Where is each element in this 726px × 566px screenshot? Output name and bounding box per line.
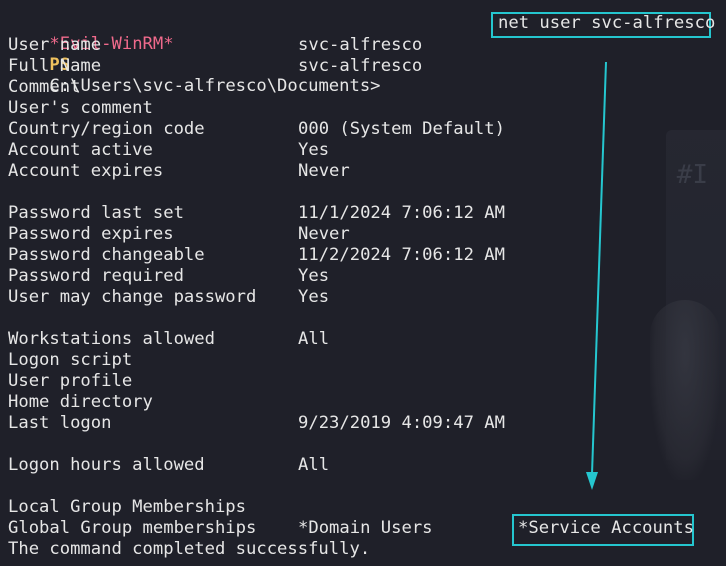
row-value: Yes (298, 140, 330, 160)
row-label: Logon script (8, 350, 133, 370)
output-row: Last logon 9/23/2019 4:09:47 AM (8, 413, 708, 434)
output-row: Home directory (8, 392, 708, 413)
row-label: User may change password (8, 287, 257, 307)
row-label: Home directory (8, 392, 153, 412)
row-label: Comment (8, 77, 81, 97)
row-value: All (298, 329, 330, 349)
output-row (8, 182, 708, 203)
command-text[interactable]: net user svc-alfresco (498, 13, 715, 34)
row-label: Global Group memberships (8, 518, 257, 538)
output-row (8, 308, 708, 329)
row-value: Yes (298, 266, 330, 286)
row-label: Logon hours allowed (8, 455, 205, 475)
output-row: Password changeable 11/2/2024 7:06:12 AM (8, 245, 708, 266)
row-value: 9/23/2019 4:09:47 AM (298, 413, 505, 433)
row-label: User profile (8, 371, 133, 391)
row-value: svc-alfresco (298, 56, 423, 76)
row-label: Local Group Memberships (8, 497, 246, 517)
row-value: Yes (298, 287, 330, 307)
prompt-line: *Evil-WinRM* PS C:\Users\svc-alfresco\Do… (8, 13, 380, 96)
row-value: 11/2/2024 7:06:12 AM (298, 245, 505, 265)
row-label: Password changeable (8, 245, 205, 265)
row-value: svc-alfresco (298, 35, 423, 55)
output-row (8, 434, 708, 455)
row-label: Country/region code (8, 119, 205, 139)
output-row: Logon script (8, 350, 708, 371)
row-value: *Domain Users (298, 518, 433, 538)
output-row: Logon hours allowed All (8, 455, 708, 476)
row-label: Account expires (8, 161, 164, 181)
output-row: Full Name svc-alfresco (8, 56, 708, 77)
output-row (8, 476, 708, 497)
row-label: Password last set (8, 203, 184, 223)
row-label: User's comment (8, 98, 153, 118)
output-row: Password last set 11/1/2024 7:06:12 AM (8, 203, 708, 224)
output-row: Country/region code 000 (System Default) (8, 119, 708, 140)
output-row: Account active Yes (8, 140, 708, 161)
service-accounts-group: *Service Accounts (518, 518, 694, 538)
output-row: User's comment (8, 98, 708, 119)
output-row: User name svc-alfresco (8, 35, 708, 56)
terminal-window[interactable]: #I *Evil-WinRM* PS C:\Users\svc-alfresco… (0, 0, 726, 566)
row-value: 11/1/2024 7:06:12 AM (298, 203, 505, 223)
row-label: Password expires (8, 224, 174, 244)
output-row: Password expires Never (8, 224, 708, 245)
row-value: 000 (System Default) (298, 119, 505, 139)
row-label: Last logon (8, 413, 112, 433)
row-label: Password required (8, 266, 184, 286)
command-status: The command completed successfully. (8, 539, 371, 559)
row-label: Account active (8, 140, 153, 160)
row-value: All (298, 455, 330, 475)
output-row: Account expires Never (8, 161, 708, 182)
output-row: Password required Yes (8, 266, 708, 287)
row-label: User name (8, 35, 102, 55)
row-label: Full Name (8, 56, 102, 76)
output-row: User profile (8, 371, 708, 392)
output-row: Workstations allowed All (8, 329, 708, 350)
row-value: Never (298, 224, 350, 244)
row-label: Workstations allowed (8, 329, 215, 349)
row-value: Never (298, 161, 350, 181)
output-row: User may change password Yes (8, 287, 708, 308)
output-row: Comment (8, 77, 708, 98)
